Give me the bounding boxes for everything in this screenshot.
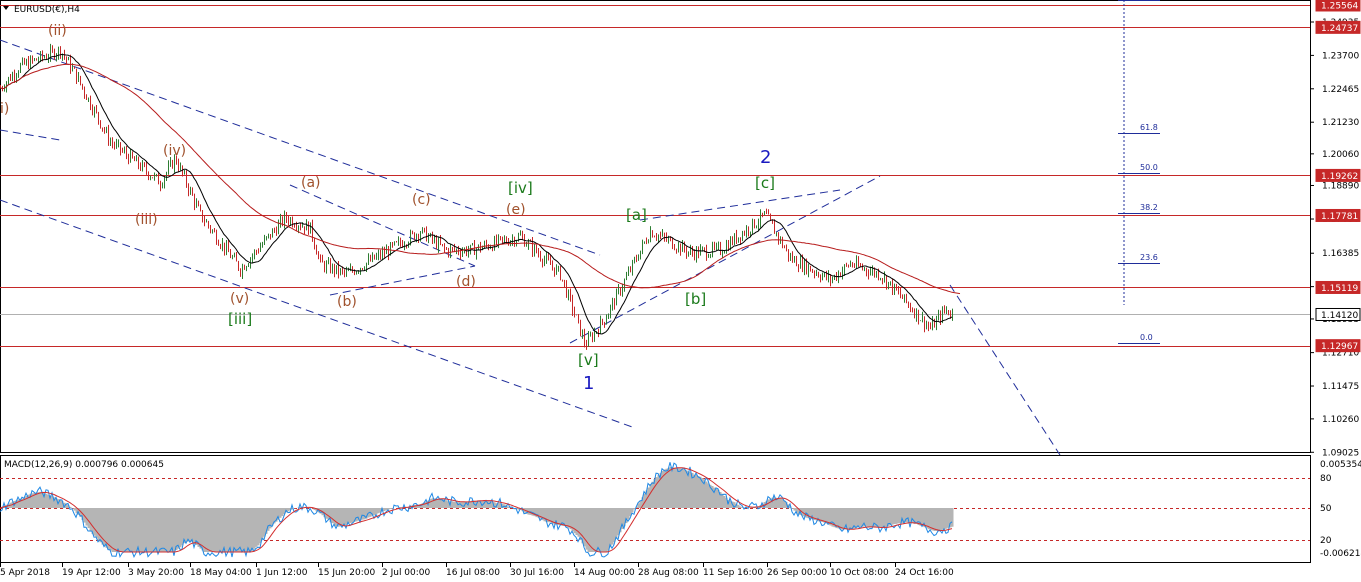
fib-label: 0.0: [1140, 333, 1153, 342]
ma-slow-line: [0, 63, 961, 295]
wave-label-iv_sq: [iv]: [508, 179, 533, 197]
price-tick-label: 1.11475: [1322, 382, 1359, 392]
fib-label: 38.2: [1140, 203, 1158, 212]
price-tick-label: 1.22465: [1322, 85, 1359, 95]
dropdown-arrow-icon[interactable]: [3, 6, 9, 10]
wave-label-one: 1: [583, 373, 594, 394]
wave-label-two: 2: [760, 147, 771, 168]
time-tick-label: 18 May 04:00: [190, 568, 252, 578]
wave-label-d: (d): [456, 274, 476, 290]
wave-label-b: (b): [337, 294, 357, 310]
symbol-label: EURUSD(€),H4: [14, 5, 80, 15]
price-badge-label: 1.19262: [1321, 172, 1358, 182]
wave-label-a: (a): [301, 175, 321, 191]
price-tick-label: 1.20060: [1322, 150, 1359, 160]
fib-label: 50.0: [1140, 163, 1158, 172]
wave-label-c: (c): [412, 192, 431, 208]
macd-tick-label: 80: [1320, 474, 1332, 484]
trend-line: [0, 129, 61, 141]
price-tick-label: 1.18890: [1322, 181, 1359, 191]
fib-label: 23.6: [1140, 253, 1158, 262]
time-tick-label: 28 Aug 08:00: [638, 568, 699, 578]
time-tick-label: 30 Jul 16:00: [510, 568, 564, 578]
wave-label-iii_sq: [iii]: [228, 310, 252, 328]
wave-label-iv: (iv): [163, 143, 186, 159]
wave-label-e: (e): [506, 202, 526, 218]
trend-line: [569, 175, 881, 344]
price-badge-label: 1.24737: [1321, 24, 1358, 34]
time-tick-label: 14 Aug 00:00: [574, 568, 635, 578]
macd-label: MACD(12,26,9) 0.000796 0.000645: [4, 460, 164, 470]
chart-window: 100.061.850.038.223.60.0 1.249351.237001…: [0, 0, 1361, 582]
time-tick-label: 15 Jun 20:00: [318, 568, 375, 578]
price-tick-label: 1.21230: [1322, 118, 1359, 128]
time-tick-label: 26 Sep 00:00: [767, 568, 827, 578]
trend-line: [949, 284, 1061, 456]
wave-label-v: (v): [230, 291, 249, 307]
price-tick-label: 1.10260: [1322, 415, 1359, 425]
price-tick-label: 1.23700: [1322, 51, 1359, 61]
wave-label-b_sq: [b]: [685, 290, 706, 308]
macd-tick-label: 20: [1320, 536, 1332, 546]
time-tick-label: 11 Sep 16:00: [703, 568, 763, 578]
price-badge-label: 1.17781: [1321, 212, 1358, 222]
wave-label-a_sq: [a]: [626, 206, 647, 224]
time-tick-label: 19 Apr 12:00: [62, 568, 121, 578]
time-tick-label: 16 Jul 08:00: [446, 568, 500, 578]
price-tick-label: 1.16385: [1322, 249, 1359, 259]
wave-label-ii: (ii): [48, 23, 67, 39]
macd-tick-label: 50: [1320, 504, 1332, 514]
wave-label-c_sq: [c]: [755, 174, 775, 192]
price-badge-label: 1.12967: [1321, 342, 1358, 352]
time-tick-label: 5 Apr 2018: [0, 568, 50, 578]
macd-tick-label: 0.005354: [1320, 460, 1361, 470]
macd-tick-label: -0.006214: [1320, 549, 1361, 559]
time-tick-label: 3 May 20:00: [128, 568, 184, 578]
wave-label-v_sq: [v]: [578, 351, 599, 369]
wave-label-iii: (iii): [135, 212, 158, 228]
time-tick-label: 10 Oct 08:00: [830, 568, 889, 578]
price-chart[interactable]: 100.061.850.038.223.60.0 1.249351.237001…: [0, 0, 1361, 582]
time-tick-label: 24 Oct 16:00: [895, 568, 954, 578]
price-badge-label: 1.15119: [1321, 284, 1358, 294]
fib-label: 61.8: [1140, 123, 1158, 132]
price-badge-label: 1.14120: [1321, 311, 1358, 321]
wave-label-i: i): [0, 101, 9, 117]
main-pane-border: [0, 0, 1311, 453]
time-tick-label: 2 Jul 00:00: [382, 568, 431, 578]
price-badge-label: 1.25564: [1321, 1, 1358, 11]
price-tick-label: 1.09025: [1322, 448, 1359, 458]
time-tick-label: 1 Jun 12:00: [256, 568, 308, 578]
